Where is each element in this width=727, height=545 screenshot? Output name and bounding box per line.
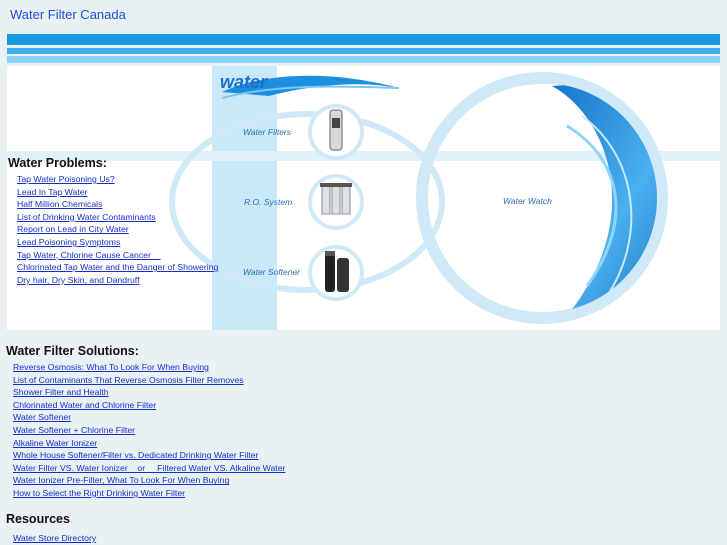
header-bar-mid bbox=[7, 48, 720, 54]
list-item: Tap Water Poisoning Us? bbox=[17, 172, 218, 185]
water-problems-heading: Water Problems: bbox=[8, 156, 107, 170]
water-logo-text: water bbox=[220, 72, 268, 92]
list-item: List of Drinking Water Contaminants bbox=[17, 210, 218, 223]
list-item: Whole House Softener/Filter vs. Dedicate… bbox=[13, 448, 285, 461]
solutions-list: Reverse Osmosis: What To Look For When B… bbox=[13, 360, 285, 499]
list-item: Shower Filter and Health bbox=[13, 385, 285, 398]
list-item: Reverse Osmosis: What To Look For When B… bbox=[13, 360, 285, 373]
header-bar-light bbox=[7, 56, 720, 63]
filter-product-icon bbox=[329, 109, 343, 151]
solution-link[interactable]: Shower Filter and Health bbox=[13, 387, 109, 397]
solution-link[interactable]: Water Softener + Chlorine Filter bbox=[13, 425, 135, 435]
resource-link[interactable]: Water Store Directory bbox=[13, 533, 96, 543]
list-item: Half Million Chemicals bbox=[17, 197, 218, 210]
ro-system-product-icon bbox=[320, 183, 352, 215]
problem-link[interactable]: Tap Water Poisoning Us? bbox=[17, 174, 115, 184]
list-item: Water Softener + Chlorine Filter bbox=[13, 423, 285, 436]
solution-link[interactable]: Water Softener bbox=[13, 412, 71, 422]
problem-link[interactable]: List of Drinking Water Contaminants bbox=[17, 212, 156, 222]
solution-link[interactable]: Chlorinated Water and Chlorine Filter bbox=[13, 400, 156, 410]
solution-link[interactable]: Reverse Osmosis: What To Look For When B… bbox=[13, 362, 209, 372]
list-item: Chlorinated Water and Chlorine Filter bbox=[13, 398, 285, 411]
water-problems-list: Tap Water Poisoning Us? Lead In Tap Wate… bbox=[17, 172, 218, 285]
list-item: Report on Lead in City Water bbox=[17, 222, 218, 235]
solution-link[interactable]: How to Select the Right Drinking Water F… bbox=[13, 488, 185, 498]
list-item: Dry hair, Dry Skin, and Dandruff bbox=[17, 273, 218, 286]
solution-link[interactable]: List of Contaminants That Reverse Osmosi… bbox=[13, 375, 244, 385]
resources-heading: Resources bbox=[6, 512, 70, 526]
resources-list: Water Store Directory bbox=[13, 531, 96, 544]
water-filter-solutions-heading: Water Filter Solutions: bbox=[6, 344, 139, 358]
list-item: Alkaline Water Ionizer bbox=[13, 436, 285, 449]
solution-link[interactable]: Whole House Softener/Filter vs. Dedicate… bbox=[13, 450, 258, 460]
ro-system-link[interactable]: R.O. System bbox=[244, 197, 292, 207]
problem-link[interactable]: Lead In Tap Water bbox=[17, 187, 88, 197]
problem-link[interactable]: Dry hair, Dry Skin, and Dandruff bbox=[17, 275, 139, 285]
list-item: How to Select the Right Drinking Water F… bbox=[13, 486, 285, 499]
problem-link[interactable]: Tap Water, Chlorine Cause Cancer bbox=[17, 250, 161, 260]
list-item: Tap Water, Chlorine Cause Cancer bbox=[17, 248, 218, 261]
list-item: Lead Poisoning Symptoms bbox=[17, 235, 218, 248]
site-title: Water Filter Canada bbox=[10, 7, 126, 22]
list-item: Water Filter VS. Water Ionizer or Filter… bbox=[13, 461, 285, 474]
water-filters-link[interactable]: Water Filters bbox=[243, 127, 291, 137]
problem-link[interactable]: Report on Lead in City Water bbox=[17, 224, 129, 234]
list-item: List of Contaminants That Reverse Osmosi… bbox=[13, 373, 285, 386]
solution-link[interactable]: Water Ionizer Pre-Filter, What To Look F… bbox=[13, 475, 229, 485]
header-bar-dark bbox=[7, 34, 720, 45]
solution-link[interactable]: Alkaline Water Ionizer bbox=[13, 438, 97, 448]
list-item: Water Softener bbox=[13, 410, 285, 423]
water-softener-circle bbox=[308, 245, 364, 301]
list-item: Water Ionizer Pre-Filter, What To Look F… bbox=[13, 473, 285, 486]
water-watch-link[interactable]: Water Watch bbox=[503, 196, 552, 206]
water-softener-link[interactable]: Water Softener bbox=[243, 267, 300, 277]
list-item: Chlorinated Tap Water and the Danger of … bbox=[17, 260, 218, 273]
problem-link[interactable]: Lead Poisoning Symptoms bbox=[17, 237, 120, 247]
list-item: Lead In Tap Water bbox=[17, 185, 218, 198]
solution-link[interactable]: Water Filter VS. Water Ionizer or Filter… bbox=[13, 463, 285, 473]
problem-link[interactable]: Half Million Chemicals bbox=[17, 199, 102, 209]
list-item: Water Store Directory bbox=[13, 531, 96, 544]
problem-link[interactable]: Chlorinated Tap Water and the Danger of … bbox=[17, 262, 218, 272]
